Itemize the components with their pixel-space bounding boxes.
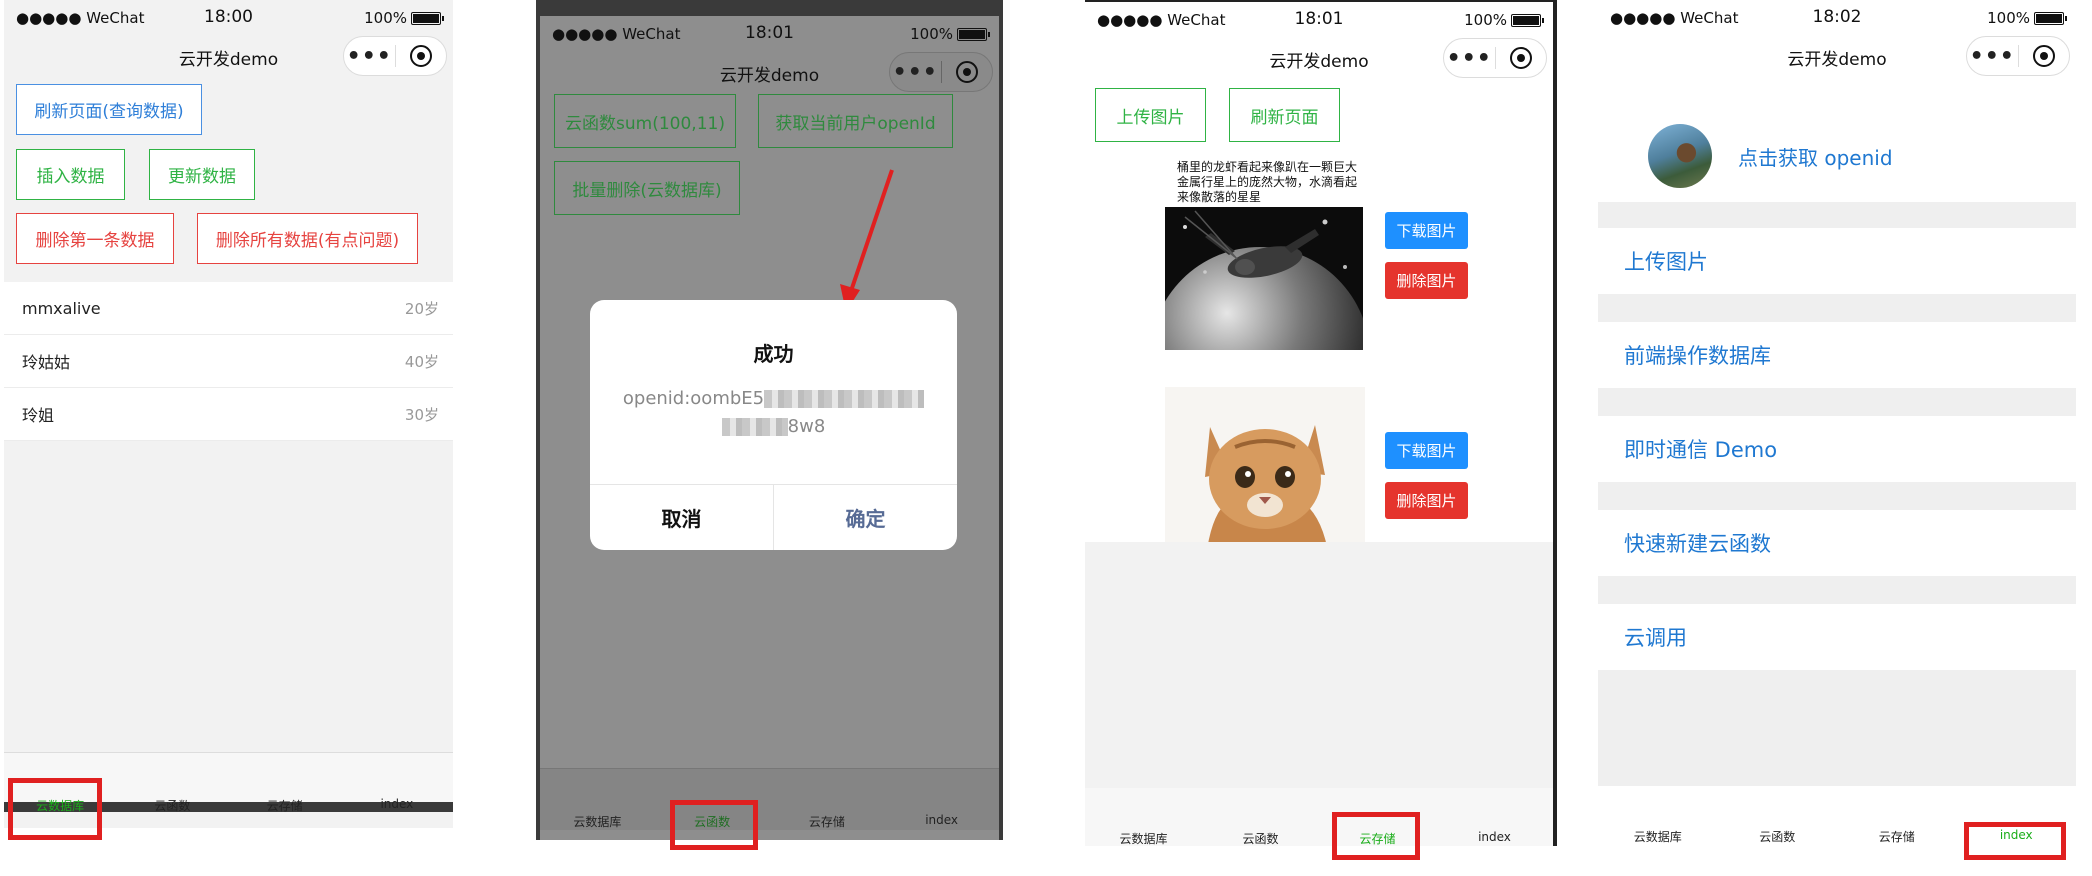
status-bar: ●●●●● WeChat 18:02 100% xyxy=(1598,0,2076,34)
battery-percent: 100% xyxy=(910,25,953,43)
menu-capsule[interactable]: ••• xyxy=(889,52,993,92)
battery-icon xyxy=(2034,11,2067,25)
nav-bar: 云开发demo ••• xyxy=(540,50,999,94)
download-image-button[interactable]: 下载图片 xyxy=(1385,432,1468,469)
tab-bar: 云数据库 云函数 云存储 index xyxy=(1085,788,1553,846)
nav-bar: 云开发demo ••• xyxy=(1598,34,2076,110)
status-bar: ●●●●● WeChat 18:00 100% xyxy=(4,0,453,34)
more-icon[interactable]: ••• xyxy=(344,44,395,69)
status-bar: ●●●●● WeChat 18:01 100% xyxy=(540,16,999,50)
nav-bar: 云开发demo ••• xyxy=(4,34,453,78)
insert-data-button[interactable]: 插入数据 xyxy=(16,149,125,200)
highlight-box xyxy=(8,778,102,840)
list-item: 玲姑姑 40岁 xyxy=(4,335,453,388)
user-info-bar[interactable]: 点击获取 openid xyxy=(1598,110,2076,202)
success-dialog: 成功 openid:oombE5 8w8 取消 确定 xyxy=(590,300,957,550)
menu-item-new-cloud-function[interactable]: 快速新建云函数 xyxy=(1598,510,2076,576)
battery-percent: 100% xyxy=(1987,9,2030,27)
tab-cloud-function[interactable]: 云函数 xyxy=(1202,830,1319,846)
nav-bar: 云开发demo ••• xyxy=(1085,36,1553,80)
delete-image-button[interactable]: 删除图片 xyxy=(1385,482,1468,519)
delete-image-button[interactable]: 删除图片 xyxy=(1385,262,1468,299)
menu-capsule[interactable]: ••• xyxy=(343,36,447,76)
redacted-text xyxy=(721,418,788,436)
lobster-photo xyxy=(1165,207,1363,350)
dialog-message: openid:oombE5 8w8 xyxy=(590,385,957,441)
highlight-box xyxy=(1332,812,1420,860)
phone-screen-index: ●●●●● WeChat 18:02 100% 云开发demo ••• 点击获取… xyxy=(1598,0,2076,846)
dialog-actions: 取消 确定 xyxy=(590,484,957,550)
highlight-box xyxy=(670,800,758,850)
battery-icon xyxy=(1511,13,1544,27)
get-openid-button[interactable]: 获取当前用户openId xyxy=(758,94,953,148)
data-list: mmxalive 20岁 玲姑姑 40岁 玲姐 30岁 xyxy=(4,282,453,441)
close-target-icon[interactable] xyxy=(2018,45,2069,67)
download-image-button[interactable]: 下载图片 xyxy=(1385,212,1468,249)
battery-indicator: 100% xyxy=(1464,11,1544,29)
cloud-sum-button[interactable]: 云函数sum(100,11) xyxy=(554,94,736,148)
menu-item-cloud-call[interactable]: 云调用 xyxy=(1598,604,2076,670)
tab-database[interactable]: 云数据库 xyxy=(540,813,655,830)
tab-storage[interactable]: 云存储 xyxy=(770,813,885,830)
tab-storage[interactable]: 云存储 xyxy=(1837,828,1957,846)
battery-percent: 100% xyxy=(364,9,407,27)
upload-image-button[interactable]: 上传图片 xyxy=(1095,88,1206,142)
batch-delete-button[interactable]: 批量删除(云数据库) xyxy=(554,161,740,215)
dialog-title: 成功 xyxy=(753,342,794,366)
tab-bar: 云数据库 云函数 云存储 index xyxy=(540,768,999,830)
battery-indicator: 100% xyxy=(910,25,990,43)
arrow-icon xyxy=(840,169,894,312)
redacted-text xyxy=(764,390,925,408)
status-bar: ●●●●● WeChat 18:01 100% xyxy=(1085,2,1553,36)
battery-percent: 100% xyxy=(1464,11,1507,29)
list-item: 玲姐 30岁 xyxy=(4,388,453,441)
more-icon[interactable]: ••• xyxy=(890,60,941,85)
menu-item-im-demo[interactable]: 即时通信 Demo xyxy=(1598,416,2076,482)
battery-indicator: 100% xyxy=(364,9,444,27)
close-target-icon[interactable] xyxy=(395,45,446,67)
get-openid-link[interactable]: 点击获取 openid xyxy=(1738,142,1893,171)
menu-capsule[interactable]: ••• xyxy=(1443,38,1547,78)
list-item: mmxalive 20岁 xyxy=(4,282,453,335)
delete-all-button[interactable]: 删除所有数据(有点问题) xyxy=(197,213,418,264)
image-caption: 桶里的龙虾看起来像趴在一颗巨大金属行星上的庞然大物，水滴看起来像散落的星星 xyxy=(1177,160,1358,204)
menu-item-upload-image[interactable]: 上传图片 xyxy=(1598,228,2076,294)
close-target-icon[interactable] xyxy=(941,61,992,83)
tab-index[interactable]: index xyxy=(341,797,453,811)
battery-indicator: 100% xyxy=(1987,9,2067,27)
tab-storage[interactable]: 云存储 xyxy=(229,797,341,813)
confirm-button[interactable]: 确定 xyxy=(774,485,957,550)
tab-index[interactable]: index xyxy=(1436,830,1553,846)
kitten-image xyxy=(1165,387,1365,567)
refresh-query-button[interactable]: 刷新页面(查询数据) xyxy=(16,84,202,135)
more-icon[interactable]: ••• xyxy=(1967,44,2018,69)
phone-screen-cloud-function: ●●●●● WeChat 18:01 100% 云开发demo ••• 云函数s… xyxy=(536,0,1003,840)
tab-database[interactable]: 云数据库 xyxy=(1598,828,1718,846)
cancel-button[interactable]: 取消 xyxy=(590,485,774,550)
tab-index[interactable]: index xyxy=(884,813,999,830)
battery-icon xyxy=(411,11,444,25)
highlight-box xyxy=(1964,822,2066,860)
tab-cloud-function[interactable]: 云函数 xyxy=(116,797,228,813)
battery-icon xyxy=(957,27,990,41)
more-icon[interactable]: ••• xyxy=(1444,46,1495,71)
phone-screen-storage: ●●●●● WeChat 18:01 100% 云开发demo ••• 上传图片… xyxy=(1085,0,1557,846)
update-data-button[interactable]: 更新数据 xyxy=(149,149,255,200)
menu-capsule[interactable]: ••• xyxy=(1966,36,2070,76)
refresh-page-button[interactable]: 刷新页面 xyxy=(1229,88,1340,142)
phone-screen-database: ●●●●● WeChat 18:00 100% 云开发demo ••• 刷新页面… xyxy=(4,0,453,828)
close-target-icon[interactable] xyxy=(1495,47,1546,69)
avatar[interactable] xyxy=(1648,124,1712,188)
tab-cloud-function[interactable]: 云函数 xyxy=(1718,828,1838,846)
delete-first-button[interactable]: 删除第一条数据 xyxy=(16,213,174,264)
kitten-photo xyxy=(1205,425,1330,567)
menu-item-frontend-database[interactable]: 前端操作数据库 xyxy=(1598,322,2076,388)
tab-database[interactable]: 云数据库 xyxy=(1085,830,1202,846)
lobster-image: 桶里的龙虾看起来像趴在一颗巨大金属行星上的庞然大物，水滴看起来像散落的星星 xyxy=(1165,158,1363,350)
